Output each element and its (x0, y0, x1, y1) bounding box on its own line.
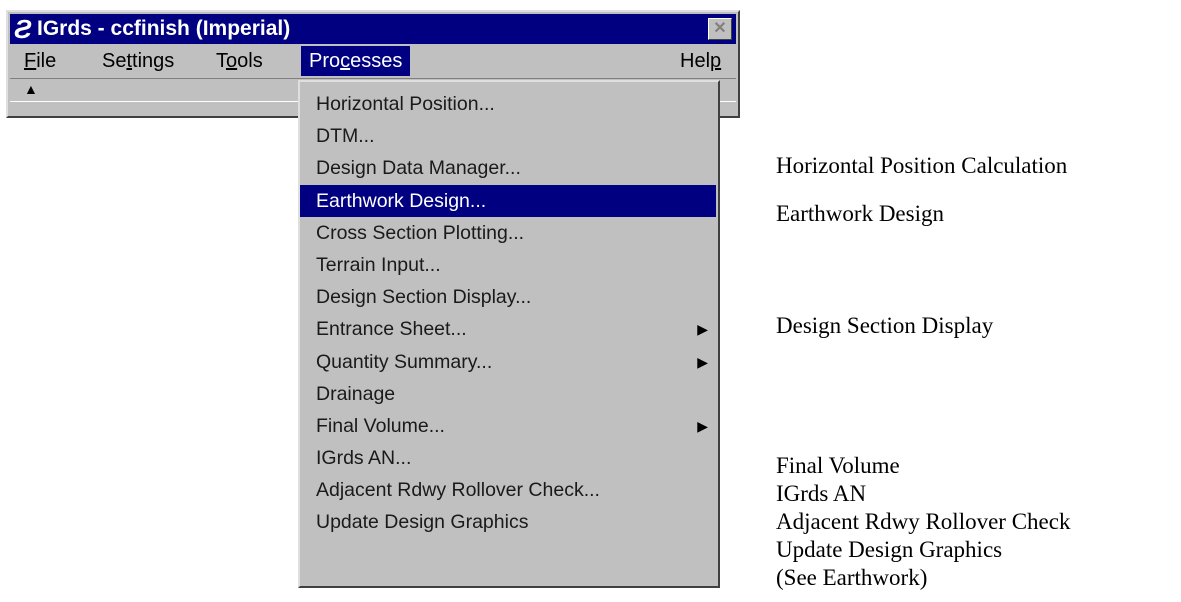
menu-item-label: Drainage (316, 382, 396, 405)
close-button[interactable]: ✕ (708, 18, 732, 40)
annotation-horizontal-position: Horizontal Position Calculation (776, 153, 1068, 178)
menu-item-label: Final Volume... (316, 414, 445, 437)
menu-item[interactable]: Quantity Summary... ▶ (300, 346, 718, 378)
title-bar[interactable]: Ƨ IGrds - ccfinish (Imperial) ✕ (10, 14, 736, 44)
menu-item[interactable]: Design Section Display... (300, 281, 718, 313)
menu-processes[interactable]: Processes (301, 46, 411, 76)
menu-help[interactable]: Help (680, 46, 721, 76)
submenu-arrow-icon: ▶ (697, 353, 708, 370)
menu-bar: File Settings Tools Processes Help (10, 46, 736, 76)
annotation-final-volume: Final Volume (776, 453, 900, 478)
menu-item[interactable]: Drainage (300, 378, 718, 410)
annotation-earthwork: Earthwork Design (776, 201, 944, 226)
menu-item-label: Quantity Summary... (316, 350, 493, 373)
annotation-update-graphics: Update Design Graphics (776, 537, 1003, 562)
menu-item[interactable]: Earthwork Design... (300, 184, 716, 217)
menu-item[interactable]: Adjacent Rdwy Rollover Check... (300, 474, 718, 506)
menu-file[interactable]: File (24, 46, 56, 76)
menu-item-label: Adjacent Rdwy Rollover Check... (316, 479, 600, 502)
menu-tools[interactable]: Tools (216, 46, 263, 76)
menu-item[interactable]: Entrance Sheet... ▶ (300, 313, 718, 345)
submenu-arrow-icon: ▶ (697, 321, 708, 338)
close-icon: ✕ (713, 20, 727, 37)
annotation-adjacent: Adjacent Rdwy Rollover Check (776, 509, 1071, 534)
menu-item-label: Terrain Input... (316, 253, 441, 276)
menu-item[interactable]: Cross Section Plotting... (300, 217, 718, 249)
annotation-see-earthwork: (See Earthwork) (776, 565, 928, 590)
menu-item-label: Design Data Manager... (316, 157, 521, 180)
menu-item[interactable]: Design Data Manager... (300, 152, 718, 184)
menu-item-label: Earthwork Design... (316, 189, 487, 212)
menu-item[interactable]: Update Design Graphics (300, 506, 718, 538)
menu-item[interactable]: Horizontal Position... (300, 88, 718, 120)
collapse-arrow-icon[interactable]: ▲ (24, 81, 38, 97)
menu-item-label: DTM... (316, 125, 375, 148)
menu-item[interactable]: Final Volume... ▶ (300, 410, 718, 442)
menu-item-label: Entrance Sheet... (316, 318, 467, 341)
menu-item-label: Design Section Display... (316, 286, 532, 309)
menu-item[interactable]: DTM... (300, 120, 718, 152)
menu-item-label: Horizontal Position... (316, 93, 495, 115)
menu-item-label: Update Design Graphics (316, 511, 529, 534)
annotation-igrds-an: IGrds AN (776, 481, 867, 506)
submenu-arrow-icon: ▶ (697, 417, 708, 434)
menu-item-label: Cross Section Plotting... (316, 221, 525, 244)
annotation-design-section: Design Section Display (776, 313, 994, 338)
processes-dropdown-menu: Horizontal Position... DTM... Design Data … (298, 80, 720, 588)
app-logo-icon: Ƨ (14, 14, 32, 44)
menu-item[interactable]: IGrds AN... (300, 442, 718, 474)
menu-item[interactable]: Terrain Input... (300, 249, 718, 281)
menu-item-label: IGrds AN... (316, 447, 412, 470)
menu-settings[interactable]: Settings (102, 46, 174, 76)
window-title: IGrds - ccfinish (Imperial) (37, 17, 291, 40)
